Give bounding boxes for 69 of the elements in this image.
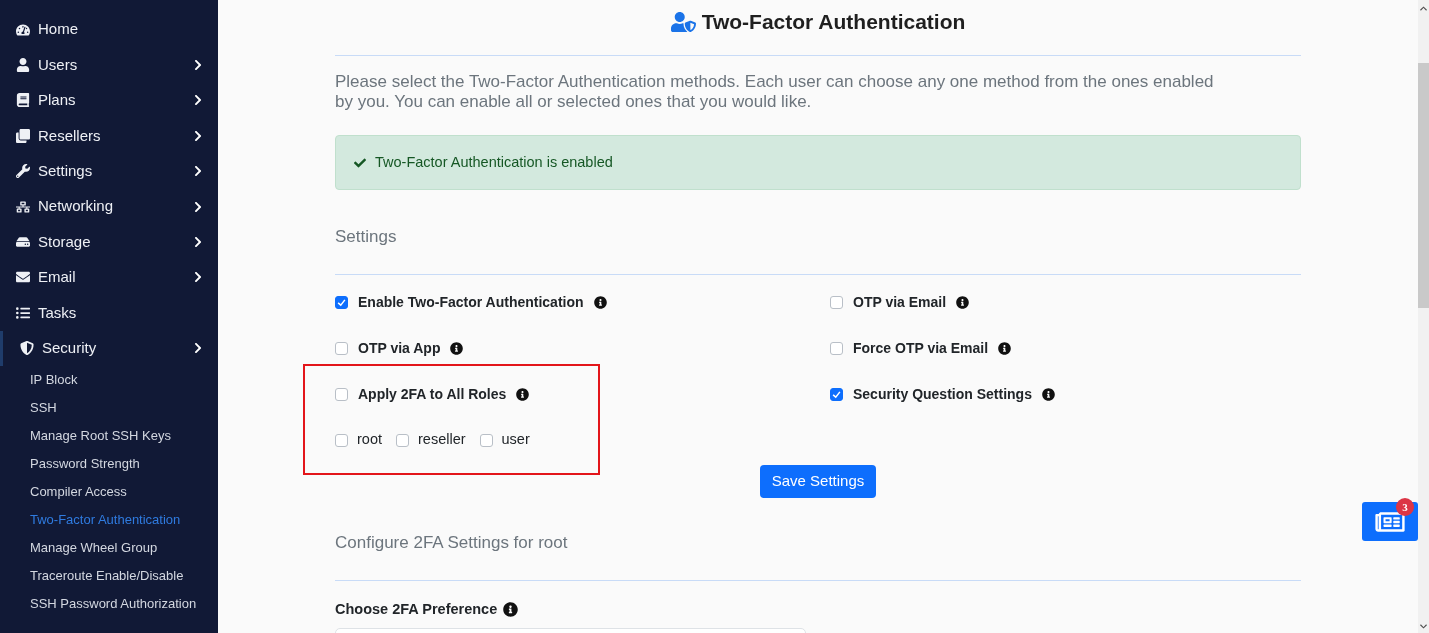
- user-icon: [16, 58, 30, 73]
- scrollbar[interactable]: [1418, 0, 1429, 633]
- sidebar-subitem[interactable]: SSH Password Authorization: [0, 589, 218, 618]
- scrollbar-thumb[interactable]: [1418, 63, 1429, 308]
- info-icon[interactable]: [1041, 387, 1055, 401]
- checkbox[interactable]: [335, 433, 348, 447]
- sidebar-item[interactable]: Resellers: [0, 118, 218, 154]
- option-label: OTP via App: [358, 338, 441, 358]
- checkbox[interactable]: [335, 341, 348, 355]
- sidebar-subitem[interactable]: Two-Factor Authentication: [0, 505, 218, 534]
- info-icon[interactable]: [956, 295, 970, 309]
- checkbox[interactable]: [335, 295, 348, 309]
- list-icon: [16, 305, 30, 320]
- option-label: Apply 2FA to All Roles: [358, 384, 507, 404]
- info-icon[interactable]: [516, 387, 530, 401]
- sidebar-item[interactable]: Settings: [0, 153, 218, 189]
- checkbox[interactable]: [830, 387, 843, 401]
- drive-icon: [16, 235, 30, 250]
- sidebar-subitem[interactable]: Traceroute Enable/Disable: [0, 561, 218, 590]
- copy-icon: [16, 128, 30, 143]
- sidebar-subitem[interactable]: IP Block: [0, 365, 218, 394]
- notification-badge: 3: [1396, 498, 1414, 516]
- option-label: Force OTP via Email: [853, 338, 989, 358]
- sidebar-item[interactable]: Home: [0, 12, 218, 48]
- user-shield-icon: [670, 12, 696, 32]
- page-title: Two-Factor Authentication: [701, 9, 966, 35]
- checkbox[interactable]: [479, 433, 493, 447]
- option-label: Enable Two-Factor Authentication: [358, 292, 584, 312]
- option-label: OTP via Email: [853, 292, 947, 312]
- checkbox[interactable]: [335, 387, 348, 401]
- checkmark-icon: [337, 297, 346, 307]
- book-icon: [16, 93, 30, 108]
- sidebar-item[interactable]: Email: [0, 259, 218, 296]
- sidebar-item[interactable]: Plans: [0, 82, 218, 119]
- sidebar-subitem[interactable]: Password Strength: [0, 449, 218, 478]
- sidebar-subitem[interactable]: Compiler Access: [0, 477, 218, 506]
- envelope-icon: [16, 270, 30, 285]
- field-label: Choose 2FA Preference: [335, 600, 498, 619]
- checkbox[interactable]: [830, 295, 843, 309]
- checkbox[interactable]: [830, 341, 843, 355]
- network-icon: [16, 199, 30, 214]
- sidebar-subitem[interactable]: Manage Root SSH Keys: [0, 421, 218, 450]
- role-label: root: [357, 430, 382, 450]
- check-icon: [353, 156, 367, 169]
- info-icon[interactable]: [998, 341, 1012, 355]
- option-label: Security Question Settings: [853, 384, 1032, 404]
- role-label: reseller: [418, 430, 466, 450]
- sidebar-subitem[interactable]: Manage Wheel Group: [0, 533, 218, 562]
- sidebar-item[interactable]: Storage: [0, 224, 218, 260]
- info-icon[interactable]: [450, 341, 464, 355]
- sidebar-item[interactable]: Tasks: [0, 295, 218, 331]
- scroll-down-icon[interactable]: [1420, 624, 1427, 629]
- checkbox[interactable]: [396, 433, 409, 447]
- section-heading: Configure 2FA Settings for root: [335, 532, 569, 554]
- save-settings-button[interactable]: Save Settings: [759, 465, 877, 498]
- sidebar-item[interactable]: Users: [0, 47, 218, 83]
- sidebar-item[interactable]: Networking: [0, 188, 218, 225]
- role-label: user: [501, 430, 530, 450]
- sidebar-subitem[interactable]: SSH: [0, 393, 218, 422]
- alert-text: Two-Factor Authentication is enabled: [375, 152, 613, 172]
- checkmark-icon: [832, 389, 841, 399]
- gauge-icon: [16, 22, 30, 37]
- scroll-up-icon[interactable]: [1420, 6, 1427, 11]
- wrench-icon: [16, 164, 30, 179]
- info-icon[interactable]: [503, 601, 519, 617]
- shield-icon: [20, 341, 34, 356]
- section-heading: Settings: [335, 226, 398, 248]
- info-icon[interactable]: [593, 295, 607, 309]
- intro-text: Please select the Two-Factor Authentication methods. Each user can choose any one method from the ones enabled by you. You can enable all or selected ones that you would like.: [335, 72, 1215, 112]
